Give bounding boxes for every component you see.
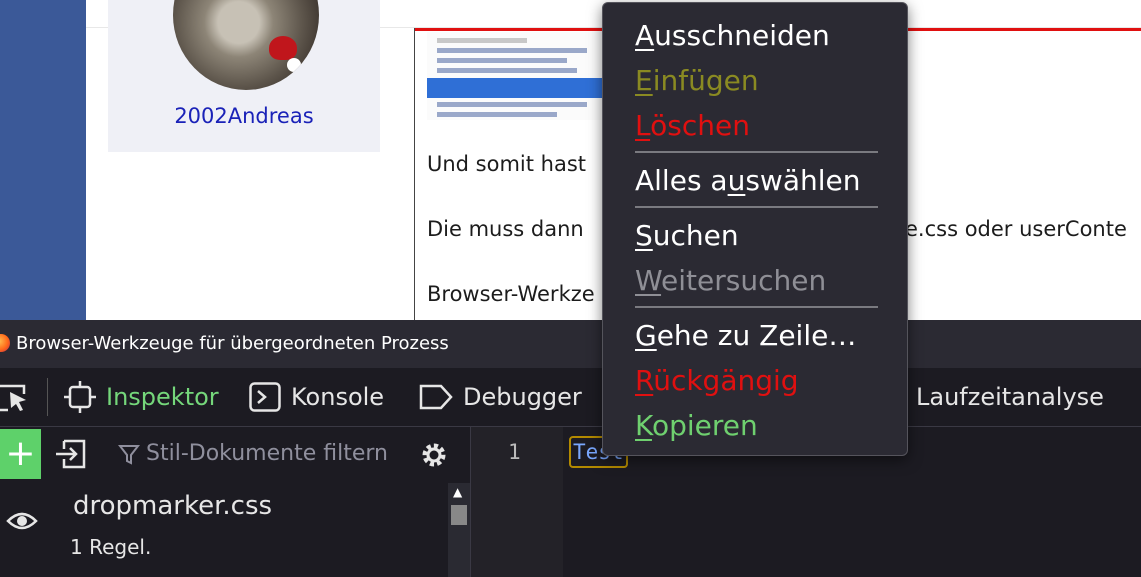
menu-item-goto-line[interactable]: Gehe zu Zeile…: [635, 319, 856, 352]
tab-debugger[interactable]: Debugger: [419, 380, 582, 414]
menu-item-paste[interactable]: Einfügen: [635, 64, 759, 97]
line-gutter: 1: [471, 427, 563, 577]
menu-item-cut[interactable]: Ausschneiden: [635, 19, 830, 52]
sidebar-header: + Stil-Dokumente filtern: [0, 427, 470, 484]
hat-pompom-icon: [287, 58, 301, 72]
gear-icon[interactable]: [418, 439, 450, 475]
menu-item-find-next: Weitersuchen: [635, 264, 827, 297]
console-icon: [249, 382, 281, 412]
stylesheet-rule-count: 1 Regel.: [70, 535, 152, 559]
window-title: Browser-Werkzeuge für übergeordneten Pro…: [16, 333, 449, 354]
username-link[interactable]: 2002Andreas: [108, 104, 380, 128]
filter-icon: [118, 444, 140, 465]
filter-placeholder: Stil-Dokumente filtern: [146, 441, 388, 466]
element-picker-icon[interactable]: [0, 384, 32, 416]
add-stylesheet-button[interactable]: +: [0, 429, 41, 479]
menu-item-undo[interactable]: Rückgängig: [635, 364, 799, 397]
debugger-icon: [419, 384, 453, 410]
menu-item-select-all[interactable]: Alles auswählen: [635, 164, 861, 197]
menu-item-find[interactable]: Suchen: [635, 219, 739, 252]
post-line-3: Browser-Werkze: [427, 282, 595, 306]
line-number: 1: [508, 440, 521, 464]
stylesheet-name: dropmarker.css: [73, 491, 273, 521]
page-side-band: [0, 0, 86, 320]
toolbar-separator: [47, 378, 48, 416]
screenshot-thumbnail[interactable]: [427, 32, 607, 120]
menu-separator: [635, 306, 878, 308]
tab-console-label: Konsole: [291, 383, 385, 411]
tab-console[interactable]: Konsole: [249, 380, 384, 414]
eye-icon[interactable]: [6, 509, 38, 537]
scrollbar-thumb[interactable]: [451, 505, 467, 525]
menu-separator: [635, 206, 878, 208]
inspector-icon: [64, 381, 96, 413]
tab-debugger-label: Debugger: [463, 383, 582, 411]
tab-performance-label: Laufzeitanalyse: [916, 383, 1104, 411]
post-line-1: Und somit hast: [427, 152, 587, 176]
tab-performance[interactable]: Laufzeitanalyse: [916, 380, 1104, 414]
post-line-2-end: e.css oder userConte: [905, 217, 1127, 241]
tab-inspector-label: Inspektor: [106, 383, 219, 411]
scroll-up-icon[interactable]: ▲: [453, 485, 462, 499]
stylesheet-filter-input[interactable]: Stil-Dokumente filtern: [118, 441, 388, 466]
style-editor-sidebar: + Stil-Dokumente filtern dropmarker.css …: [0, 427, 471, 577]
firefox-logo-icon: [0, 334, 10, 352]
menu-item-delete[interactable]: Löschen: [635, 109, 750, 142]
import-stylesheet-icon[interactable]: [56, 439, 88, 473]
santa-hat-icon: [269, 36, 297, 60]
user-profile-box: 2002Andreas: [108, 0, 380, 152]
context-menu: Ausschneiden Einfügen Löschen Alles ausw…: [602, 2, 908, 456]
menu-item-copy[interactable]: Kopieren: [635, 409, 758, 442]
sidebar-scrollbar[interactable]: ▲: [448, 483, 470, 577]
avatar[interactable]: [173, 0, 319, 90]
stylesheet-list-item[interactable]: dropmarker.css 1 Regel.: [0, 483, 448, 577]
devtools-titlebar[interactable]: Browser-Werkzeuge für übergeordneten Pro…: [0, 320, 1141, 368]
post-line-2: Die muss dann: [427, 217, 584, 241]
menu-separator: [635, 151, 878, 153]
tab-inspector[interactable]: Inspektor: [64, 380, 219, 414]
devtools-toolbar: Inspektor Konsole Debugger Laufzeitanaly…: [0, 368, 1141, 427]
